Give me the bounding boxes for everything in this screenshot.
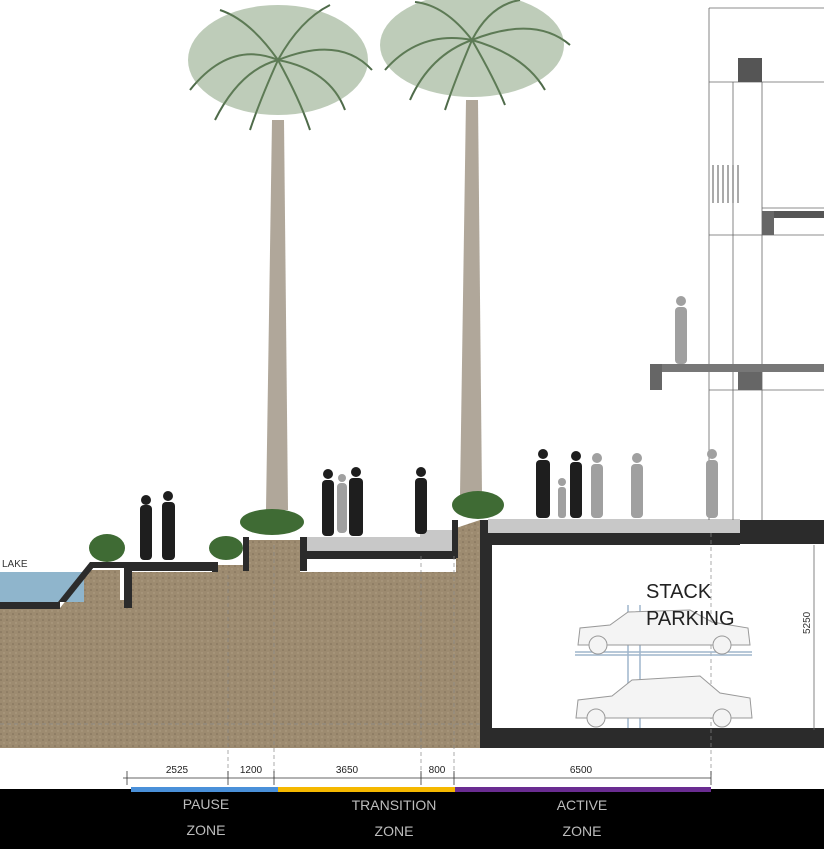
dimension-label: 1200 <box>240 765 263 776</box>
facade-louvres <box>712 165 739 203</box>
palm-tree-left <box>188 4 373 510</box>
section-drawing: LAKE STACK PARKING 5250 2525 1200 3650 8… <box>0 0 824 849</box>
stack-parking-label-line2: PARKING <box>646 608 735 630</box>
car-lower <box>575 675 753 728</box>
dimension-label: 6500 <box>570 765 593 776</box>
transition-zone-label: TRANSITION ZONE <box>351 797 437 839</box>
people-silhouettes-faded <box>337 296 718 533</box>
pause-zone-label: PAUSE ZONE <box>182 796 230 838</box>
palm-tree-right <box>380 0 571 495</box>
dimension-labels: 2525 1200 3650 800 6500 <box>166 765 593 776</box>
dimension-line <box>123 771 712 785</box>
site-section-svg: LAKE STACK PARKING 5250 2525 1200 3650 8… <box>0 0 824 785</box>
stack-parking-label-line1: STACK <box>646 581 712 603</box>
active-deck-slab <box>488 519 740 533</box>
dimension-label: 2525 <box>166 765 189 776</box>
dimension-label: 800 <box>429 765 446 776</box>
active-zone-label: ACTIVE ZONE <box>556 797 608 839</box>
lake-label: LAKE <box>2 559 28 570</box>
dimension-label: 3650 <box>336 765 359 776</box>
height-dimension-label: 5250 <box>802 611 813 634</box>
